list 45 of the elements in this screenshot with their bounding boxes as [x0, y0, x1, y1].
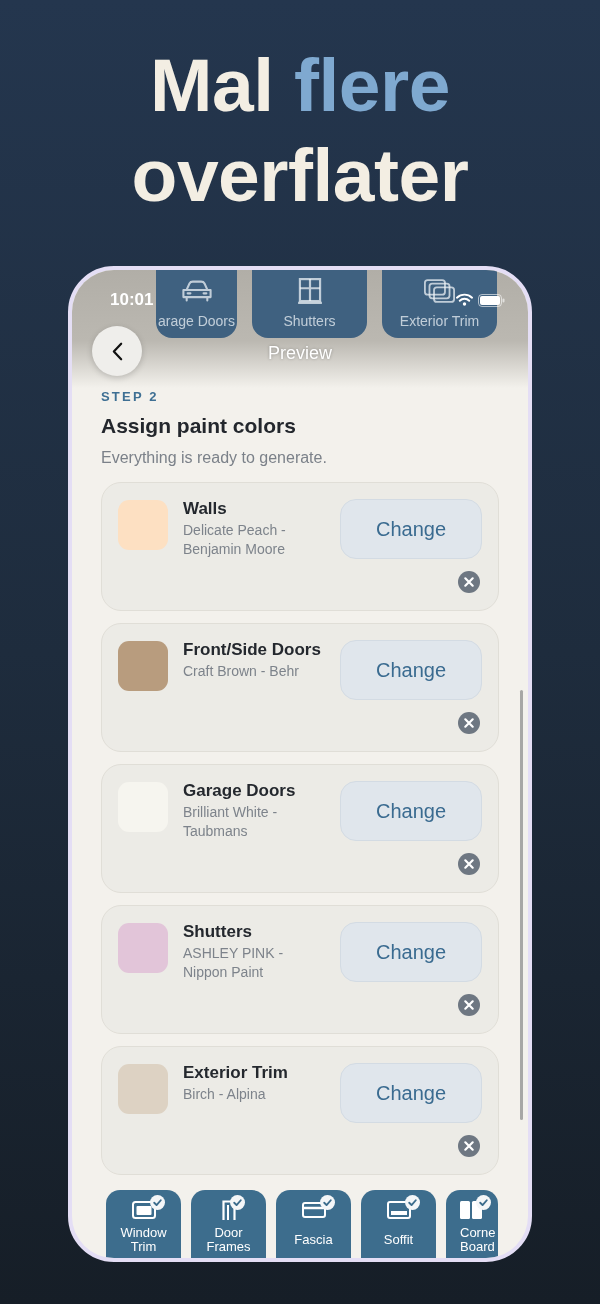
- window-icon: [296, 278, 323, 304]
- change-button[interactable]: Change: [340, 922, 482, 982]
- category-tile[interactable]: arage Doors: [156, 270, 237, 338]
- change-button[interactable]: Change: [340, 1063, 482, 1123]
- paint-name: ASHLEY PINK - Nippon Paint: [183, 944, 285, 982]
- battery-icon: [478, 294, 505, 307]
- surface-tile[interactable]: Fascia: [276, 1190, 351, 1258]
- surface-name: Shutters: [183, 922, 253, 942]
- change-button[interactable]: Change: [340, 781, 482, 841]
- headline: Mal flere overflater: [130, 42, 470, 219]
- category-tile[interactable]: Shutters: [252, 270, 367, 338]
- surface-name: Front/Side Doors: [183, 640, 322, 660]
- chevron-left-icon: [111, 341, 123, 361]
- surface-tile[interactable]: Door Frames: [191, 1190, 266, 1258]
- panel-icon: [301, 1202, 326, 1218]
- surface-name: Garage Doors: [183, 781, 297, 801]
- surface-name: Walls: [183, 499, 228, 519]
- tray-icon: [386, 1201, 411, 1219]
- window-icon: [131, 1201, 156, 1219]
- status-time: 10:01: [110, 291, 154, 309]
- surface-tile[interactable]: Soffit: [361, 1190, 436, 1258]
- screen-title: Preview: [268, 342, 332, 364]
- close-icon[interactable]: [458, 712, 480, 734]
- change-button[interactable]: Change: [340, 640, 482, 700]
- change-button[interactable]: Change: [340, 499, 482, 559]
- two-panels-icon: [460, 1201, 482, 1219]
- surface-name: Exterior Trim: [183, 1063, 289, 1083]
- close-icon[interactable]: [458, 571, 480, 593]
- close-icon[interactable]: [458, 1135, 480, 1157]
- paint-name: Craft Brown - Behr: [183, 662, 300, 681]
- car-icon: [181, 280, 212, 302]
- door-frame-icon: [221, 1200, 236, 1220]
- surface-tile[interactable]: Corne Board: [446, 1190, 498, 1258]
- close-icon[interactable]: [458, 994, 480, 1016]
- section-subtitle: Everything is ready to generate.: [101, 448, 328, 468]
- step-label: STEP 2: [101, 389, 160, 405]
- section-title: Assign paint colors: [101, 413, 297, 439]
- paint-name: Delicate Peach - Benjamin Moore: [183, 521, 287, 559]
- close-icon[interactable]: [458, 853, 480, 875]
- paint-name: Brilliant White - Taubmans: [183, 803, 279, 841]
- layers-icon: [424, 279, 455, 303]
- paint-name: Birch - Alpina: [183, 1085, 267, 1104]
- category-tile[interactable]: Exterior Trim: [382, 270, 497, 338]
- wifi-icon: [456, 293, 473, 306]
- surface-tile[interactable]: Window Trim: [106, 1190, 181, 1258]
